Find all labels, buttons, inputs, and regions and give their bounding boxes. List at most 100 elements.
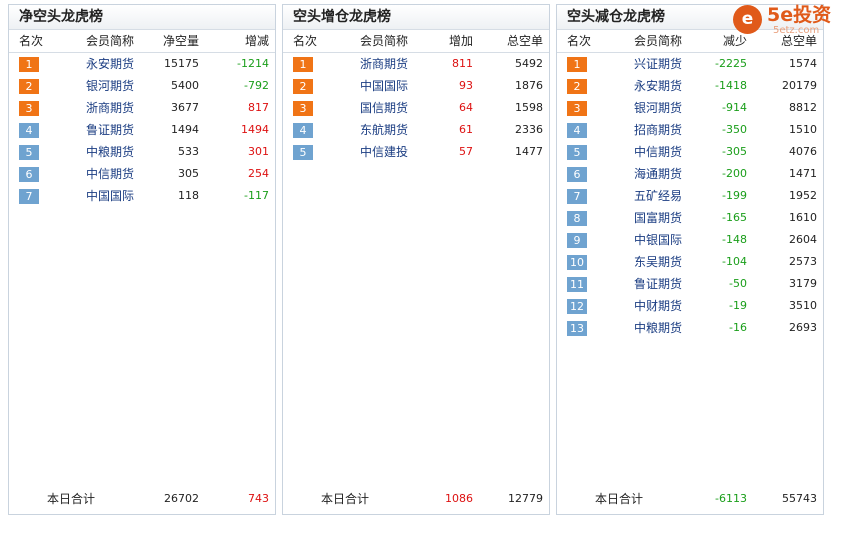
rank-badge: 1 <box>19 57 39 72</box>
value2-cell: 2336 <box>515 123 543 136</box>
table-row[interactable]: 2 银河期货 5400 -792 <box>9 75 275 97</box>
value1-cell: 64 <box>459 101 473 114</box>
rank-cell: 5 <box>19 141 39 163</box>
member-name[interactable]: 中粮期货 <box>634 317 682 339</box>
net-short-panel: 净空头龙虎榜 名次 会员简称 净空量 增减 1 永安期货 15175 -1214 2 银河… <box>8 4 276 515</box>
member-name[interactable]: 中国国际 <box>86 185 134 207</box>
value2-cell: 301 <box>248 145 269 158</box>
logo-brand: 5e投资 <box>767 4 832 26</box>
rank-cell: 4 <box>19 119 39 141</box>
rank-badge: 7 <box>567 189 587 204</box>
table-row[interactable]: 1 兴证期货 -2225 1574 <box>557 53 823 75</box>
table-row[interactable]: 3 浙商期货 3677 817 <box>9 97 275 119</box>
table-row[interactable]: 7 中国国际 118 -117 <box>9 185 275 207</box>
table-row[interactable]: 1 浙商期货 811 5492 <box>283 53 549 75</box>
value2-cell: 817 <box>248 101 269 114</box>
member-name[interactable]: 国富期货 <box>634 207 682 229</box>
member-name[interactable]: 浙商期货 <box>360 53 408 75</box>
table-row[interactable]: 9 中银国际 -148 2604 <box>557 229 823 251</box>
rank-badge: 11 <box>567 277 587 292</box>
member-name[interactable]: 国信期货 <box>360 97 408 119</box>
table-row[interactable]: 4 东航期货 61 2336 <box>283 119 549 141</box>
table-row[interactable]: 8 国富期货 -165 1610 <box>557 207 823 229</box>
member-name[interactable]: 东航期货 <box>360 119 408 141</box>
rank-badge: 4 <box>293 123 313 138</box>
member-name[interactable]: 中国国际 <box>360 75 408 97</box>
total-label: 本日合计 <box>321 492 370 506</box>
member-name[interactable]: 中信期货 <box>634 141 682 163</box>
value2-cell: 2573 <box>789 255 817 268</box>
table-row[interactable]: 7 五矿经易 -199 1952 <box>557 185 823 207</box>
value2-cell: 20179 <box>782 79 817 92</box>
short-decrease-panel: 空头减仓龙虎榜 名次 会员简称 减少 总空单 1 兴证期货 -2225 1574 2 永安… <box>556 4 824 515</box>
value2-cell: 254 <box>248 167 269 180</box>
table-row[interactable]: 6 海通期货 -200 1471 <box>557 163 823 185</box>
rank-badge: 1 <box>567 57 587 72</box>
member-name[interactable]: 中财期货 <box>634 295 682 317</box>
table-row[interactable]: 4 招商期货 -350 1510 <box>557 119 823 141</box>
member-name[interactable]: 永安期货 <box>634 75 682 97</box>
member-name[interactable]: 银河期货 <box>86 75 134 97</box>
rank-cell: 2 <box>293 75 313 97</box>
table-row[interactable]: 5 中粮期货 533 301 <box>9 141 275 163</box>
member-name[interactable]: 招商期货 <box>634 119 682 141</box>
rank-badge: 13 <box>567 321 587 336</box>
value2-cell: 1494 <box>241 123 269 136</box>
table-row[interactable]: 1 永安期货 15175 -1214 <box>9 53 275 75</box>
table-row[interactable]: 5 中信建投 57 1477 <box>283 141 549 163</box>
col-member: 会员简称 <box>634 34 683 48</box>
member-name[interactable]: 中粮期货 <box>86 141 134 163</box>
table-row[interactable]: 10 东吴期货 -104 2573 <box>557 251 823 273</box>
member-name[interactable]: 中信期货 <box>86 163 134 185</box>
col-rank: 名次 <box>293 34 318 48</box>
table-row[interactable]: 12 中财期货 -19 3510 <box>557 295 823 317</box>
table-row[interactable]: 4 鲁证期货 1494 1494 <box>9 119 275 141</box>
table-row[interactable]: 11 鲁证期货 -50 3179 <box>557 273 823 295</box>
table-row[interactable]: 2 永安期货 -1418 20179 <box>557 75 823 97</box>
panel-title: 净空头龙虎榜 <box>9 5 275 30</box>
value2-cell: 1876 <box>515 79 543 92</box>
table-row[interactable]: 6 中信期货 305 254 <box>9 163 275 185</box>
member-name[interactable]: 鲁证期货 <box>634 273 682 295</box>
member-name[interactable]: 永安期货 <box>86 53 134 75</box>
value2-cell: 4076 <box>789 145 817 158</box>
col-rank: 名次 <box>19 34 44 48</box>
value2-cell: 1477 <box>515 145 543 158</box>
brand-logo[interactable]: e 5e投资 5etz.com <box>733 3 838 39</box>
member-name[interactable]: 银河期货 <box>634 97 682 119</box>
total-value1: 26702 <box>164 492 199 505</box>
value2-cell: 1471 <box>789 167 817 180</box>
value1-cell: -2225 <box>715 57 747 70</box>
member-name[interactable]: 浙商期货 <box>86 97 134 119</box>
value1-cell: -350 <box>722 123 747 136</box>
table-body: 1 永安期货 15175 -1214 2 银河期货 5400 -792 3 浙商期货 3677 817… <box>9 53 275 207</box>
rank-badge: 10 <box>567 255 587 270</box>
table-row[interactable]: 3 银河期货 -914 8812 <box>557 97 823 119</box>
rank-cell: 13 <box>567 317 587 339</box>
rank-badge: 6 <box>567 167 587 182</box>
rank-badge: 8 <box>567 211 587 226</box>
table-row[interactable]: 3 国信期货 64 1598 <box>283 97 549 119</box>
table-row[interactable]: 5 中信期货 -305 4076 <box>557 141 823 163</box>
rank-badge: 2 <box>567 79 587 94</box>
table-row[interactable]: 2 中国国际 93 1876 <box>283 75 549 97</box>
value2-cell: -792 <box>244 79 269 92</box>
member-name[interactable]: 鲁证期货 <box>86 119 134 141</box>
member-name[interactable]: 兴证期货 <box>634 53 682 75</box>
table-row[interactable]: 13 中粮期货 -16 2693 <box>557 317 823 339</box>
total-value1: 1086 <box>445 492 473 505</box>
rank-badge: 4 <box>567 123 587 138</box>
rank-badge: 9 <box>567 233 587 248</box>
5e-logo-icon: e <box>733 5 762 34</box>
member-name[interactable]: 东吴期货 <box>634 251 682 273</box>
rank-cell: 12 <box>567 295 587 317</box>
rank-badge: 7 <box>19 189 39 204</box>
member-name[interactable]: 中银国际 <box>634 229 682 251</box>
member-name[interactable]: 五矿经易 <box>634 185 682 207</box>
value1-cell: -165 <box>722 211 747 224</box>
value2-cell: 2693 <box>789 321 817 334</box>
value1-cell: 5400 <box>171 79 199 92</box>
rank-cell: 6 <box>567 163 587 185</box>
member-name[interactable]: 中信建投 <box>360 141 408 163</box>
member-name[interactable]: 海通期货 <box>634 163 682 185</box>
